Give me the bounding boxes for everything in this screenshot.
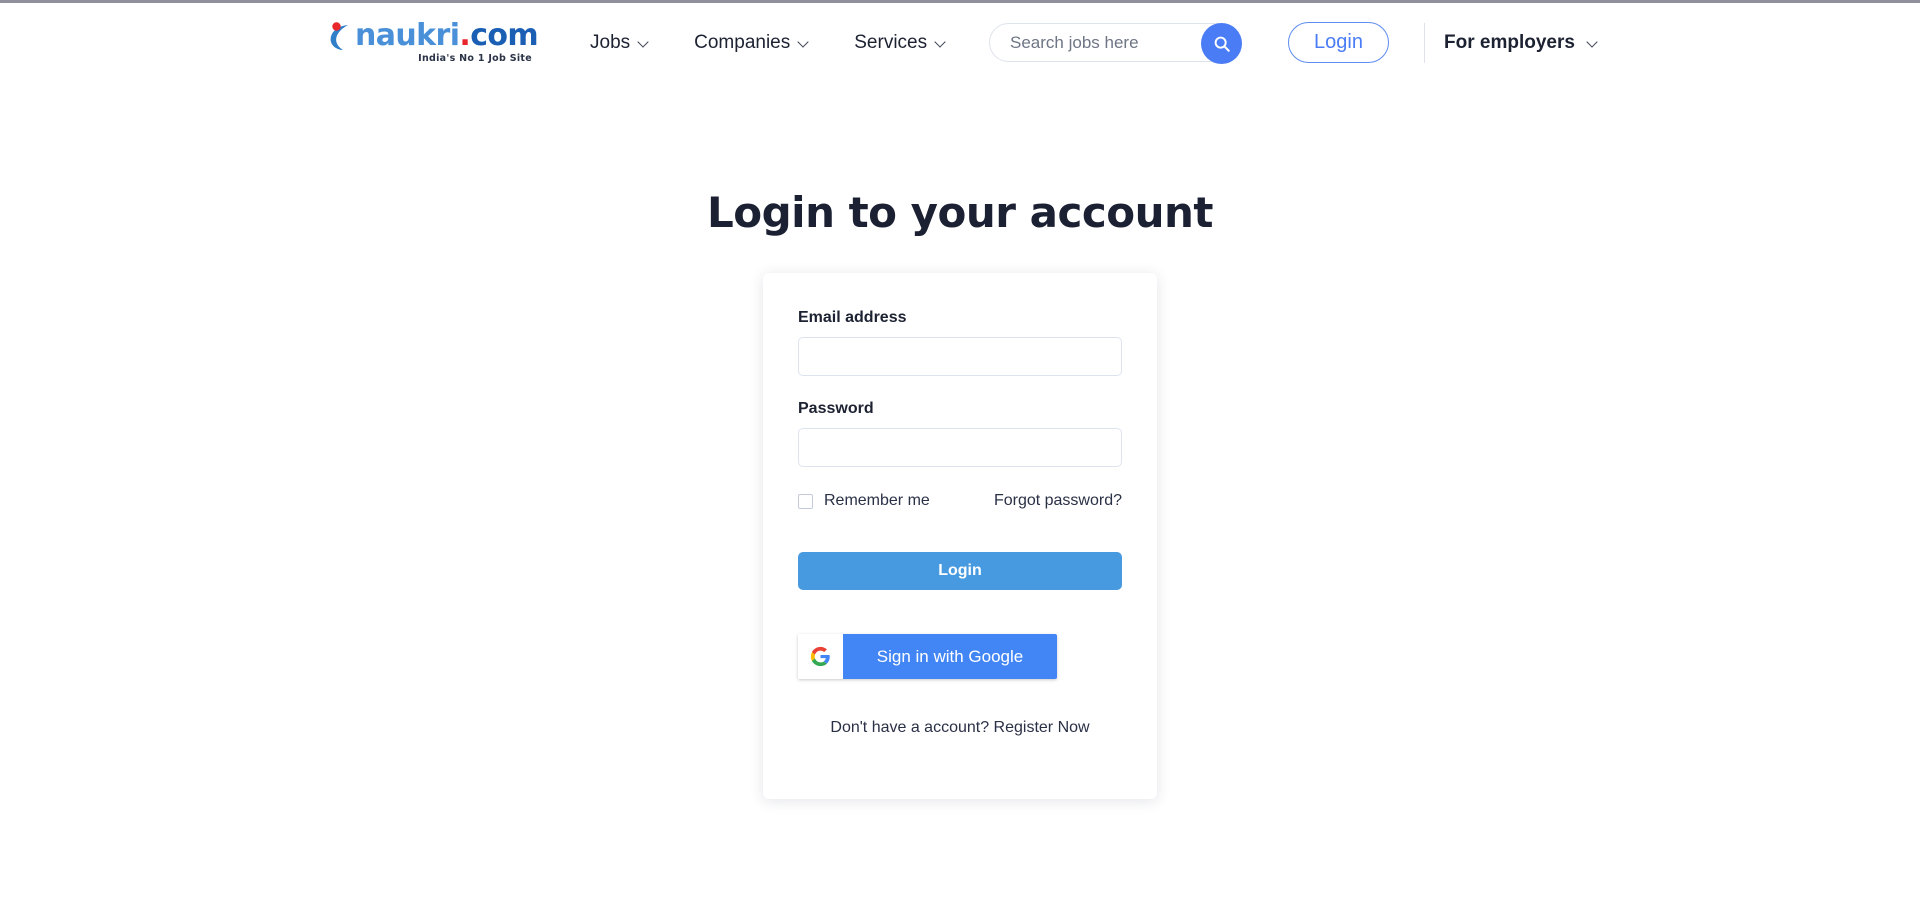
login-card: Email address Password Remember me Forgo… [763, 273, 1157, 799]
google-g-icon [798, 634, 843, 679]
search-input[interactable] [1010, 32, 1185, 53]
password-label: Password [798, 400, 874, 417]
logo-dot-text: . [459, 18, 471, 53]
logo-row: naukri.com [328, 18, 539, 53]
email-field[interactable] [798, 337, 1122, 376]
nav-item-jobs-label: Jobs [590, 31, 631, 53]
search-button[interactable] [1201, 23, 1242, 64]
for-employers-menu[interactable]: For employers [1444, 3, 1599, 82]
nav-item-companies[interactable]: Companies [694, 32, 810, 54]
form-meta-row: Remember me Forgot password? [798, 492, 1122, 510]
main-nav: Jobs Companies Services [590, 3, 947, 82]
nav-item-jobs[interactable]: Jobs [590, 32, 650, 54]
remember-me-checkbox[interactable] [798, 493, 813, 509]
google-signin-button[interactable]: Sign in with Google [798, 634, 1057, 679]
header-login-button[interactable]: Login [1288, 22, 1389, 63]
password-field[interactable] [798, 428, 1122, 467]
chevron-down-icon [936, 37, 947, 48]
page-title: Login to your account [707, 188, 1214, 237]
logo-wordmark: naukri.com [355, 18, 539, 53]
nav-item-services[interactable]: Services [854, 32, 947, 54]
login-submit-button[interactable]: Login [798, 552, 1122, 590]
nav-item-companies-label: Companies [694, 31, 791, 53]
chevron-down-icon [639, 37, 650, 48]
chevron-down-icon [1588, 37, 1599, 48]
site-header: naukri.com India's No 1 Job Site Jobs Co… [0, 3, 1920, 82]
nav-item-services-label: Services [854, 31, 928, 53]
naukri-logo[interactable]: naukri.com India's No 1 Job Site [328, 20, 539, 66]
email-label: Email address [798, 309, 907, 326]
for-employers-label: For employers [1444, 31, 1575, 53]
logo-naukri-text: naukri [355, 18, 460, 53]
naukri-crescent-icon [328, 21, 354, 51]
header-divider [1424, 23, 1425, 63]
remember-me-label: Remember me [824, 492, 930, 509]
search-icon [1214, 36, 1230, 52]
register-now-link[interactable]: Don't have a account? Register Now [798, 719, 1122, 737]
chevron-down-icon [799, 37, 810, 48]
forgot-password-link[interactable]: Forgot password? [994, 492, 1122, 510]
logo-tagline: India's No 1 Job Site [418, 53, 532, 64]
remember-me-row[interactable]: Remember me [798, 492, 930, 510]
logo-com-text: com [470, 18, 539, 53]
search-box[interactable] [989, 23, 1242, 64]
google-signin-label: Sign in with Google [843, 634, 1057, 679]
